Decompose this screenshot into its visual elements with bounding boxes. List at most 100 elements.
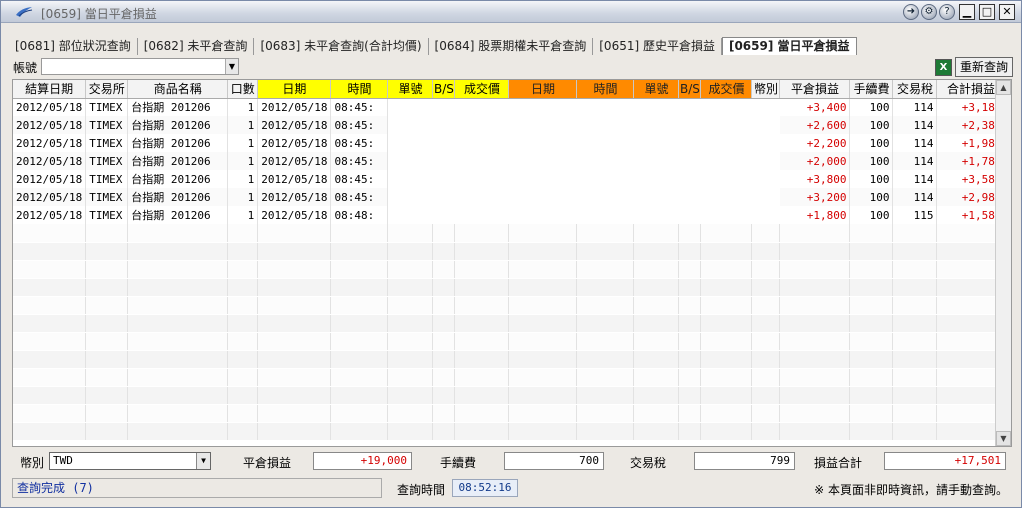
col-header[interactable]: 商品名稱 <box>127 80 229 99</box>
col-header[interactable]: 單號 <box>387 80 434 99</box>
settings-icon[interactable]: ⚙ <box>921 4 937 20</box>
col-header[interactable]: 日期 <box>508 80 578 99</box>
empty-cell <box>633 368 680 387</box>
empty-cell <box>127 242 229 261</box>
blank-cell <box>633 188 679 206</box>
col-header[interactable]: 交易所 <box>85 80 129 99</box>
tab-0683[interactable]: [0683] 未平倉查詢(合計均價) <box>254 38 429 55</box>
vertical-scrollbar[interactable]: ▲ ▼ <box>995 80 1011 446</box>
empty-cell <box>13 242 87 261</box>
empty-cell <box>508 368 578 387</box>
query-time-label: 查詢時間 <box>397 483 446 497</box>
blank-cell <box>751 206 780 224</box>
total-pl-label: 損益合計 <box>814 456 863 470</box>
empty-cell <box>13 332 87 351</box>
chevron-down-icon[interactable]: ▼ <box>196 453 210 469</box>
empty-cell <box>892 314 938 333</box>
empty-cell <box>387 350 434 369</box>
table-row[interactable]: 2012/05/18 TIMEX 台指期 201206 1 2012/05/18 08:4… <box>13 134 1006 152</box>
table-row[interactable]: 2012/05/18 TIMEX 台指期 201206 1 2012/05/18 08:4… <box>13 206 1006 224</box>
empty-cell <box>13 422 87 441</box>
col-header[interactable]: 時間 <box>330 80 389 99</box>
scroll-up-icon[interactable]: ▲ <box>996 80 1011 95</box>
maximize-button[interactable]: □ <box>979 4 995 20</box>
table-row[interactable]: 2012/05/18 TIMEX 台指期 201206 1 2012/05/18 08:4… <box>13 188 1006 206</box>
blank-cell <box>508 206 577 224</box>
open-time-cell: 08:45: <box>330 98 389 116</box>
col-header[interactable]: 單號 <box>633 80 680 99</box>
account-select[interactable]: ▼ <box>41 58 239 75</box>
currency-select[interactable]: TWD ▼ <box>49 452 211 470</box>
empty-cell <box>257 368 332 387</box>
tax-label: 交易稅 <box>630 456 667 470</box>
close-pl-value: +19,000 <box>313 452 412 470</box>
col-header[interactable]: B/S <box>432 80 456 99</box>
col-header[interactable]: 幣別 <box>751 80 781 99</box>
close-pl-cell: +3,800 <box>779 170 851 188</box>
tab-0659[interactable]: [0659] 當日平倉損益 <box>721 37 857 55</box>
col-header[interactable]: 結算日期 <box>13 80 87 99</box>
empty-cell <box>330 332 389 351</box>
open-time-cell: 08:45: <box>330 170 389 188</box>
col-header[interactable]: 手續費 <box>849 80 894 99</box>
empty-cell <box>849 404 894 423</box>
empty-cell <box>633 386 680 405</box>
empty-cell <box>779 404 851 423</box>
blank-cell <box>454 152 509 170</box>
excel-export-icon[interactable]: X <box>935 59 952 76</box>
table-row[interactable]: 2012/05/18 TIMEX 台指期 201206 1 2012/05/18 08:4… <box>13 152 1006 170</box>
open-time-cell: 08:45: <box>330 188 389 206</box>
table-row[interactable]: 2012/05/18 TIMEX 台指期 201206 1 2012/05/18 08:4… <box>13 170 1006 188</box>
empty-cell <box>633 422 680 441</box>
empty-cell <box>227 260 259 279</box>
blank-cell <box>508 98 577 116</box>
minimize-button[interactable]: ▁ <box>959 4 975 20</box>
empty-cell <box>678 242 702 261</box>
product-name-cell: 台指期 201206 <box>127 98 229 116</box>
col-header[interactable]: 日期 <box>257 80 332 99</box>
col-header[interactable]: 成交價 <box>454 80 510 99</box>
requery-button[interactable]: 重新查詢 <box>955 57 1013 77</box>
col-header[interactable]: 時間 <box>576 80 635 99</box>
close-button[interactable]: ✕ <box>999 4 1015 20</box>
tab-0684[interactable]: [0684] 股票期權未平倉查詢 <box>429 38 594 55</box>
tab-0651[interactable]: [0651] 歷史平倉損益 <box>593 38 722 55</box>
chevron-down-icon[interactable]: ▼ <box>225 59 238 74</box>
exchange-cell: TIMEX <box>85 134 129 152</box>
empty-cell <box>678 404 702 423</box>
empty-cell <box>432 314 456 333</box>
open-time-cell: 08:45: <box>330 152 389 170</box>
col-header[interactable]: 交易稅 <box>892 80 938 99</box>
empty-cell <box>432 278 456 297</box>
empty-cell <box>779 386 851 405</box>
empty-cell <box>508 296 578 315</box>
exit-icon[interactable]: ➜ <box>903 4 919 20</box>
table-row[interactable]: 2012/05/18 TIMEX 台指期 201206 1 2012/05/18 08:4… <box>13 116 1006 134</box>
blank-cell <box>432 134 455 152</box>
currency-label: 幣別 <box>20 456 45 470</box>
tab-0681[interactable]: [0681] 部位狀況查詢 <box>9 38 138 55</box>
tab-0682[interactable]: [0682] 未平倉查詢 <box>138 38 255 55</box>
empty-cell <box>849 224 894 243</box>
fee-cell: 100 <box>849 170 894 188</box>
blank-cell <box>508 152 577 170</box>
blank-cell <box>633 170 679 188</box>
scroll-down-icon[interactable]: ▼ <box>996 431 1011 446</box>
help-icon[interactable]: ? <box>939 4 955 20</box>
empty-cell <box>678 260 702 279</box>
empty-cell <box>432 386 456 405</box>
col-header[interactable]: 口數 <box>227 80 259 99</box>
empty-row <box>13 296 1006 315</box>
blank-cell <box>432 98 455 116</box>
empty-row <box>13 242 1006 261</box>
col-header[interactable]: 成交價 <box>700 80 753 99</box>
empty-cell <box>849 314 894 333</box>
empty-cell <box>127 314 229 333</box>
empty-cell <box>508 386 578 405</box>
table-row[interactable]: 2012/05/18 TIMEX 台指期 201206 1 2012/05/18 08:4… <box>13 98 1006 116</box>
title-bar[interactable]: [0659] 當日平倉損益 ➜ ⚙ ? ▁ □ ✕ <box>1 1 1021 23</box>
empty-cell <box>454 350 510 369</box>
col-header[interactable]: B/S <box>678 80 702 99</box>
fee-cell: 100 <box>849 134 894 152</box>
col-header[interactable]: 平倉損益 <box>779 80 851 99</box>
